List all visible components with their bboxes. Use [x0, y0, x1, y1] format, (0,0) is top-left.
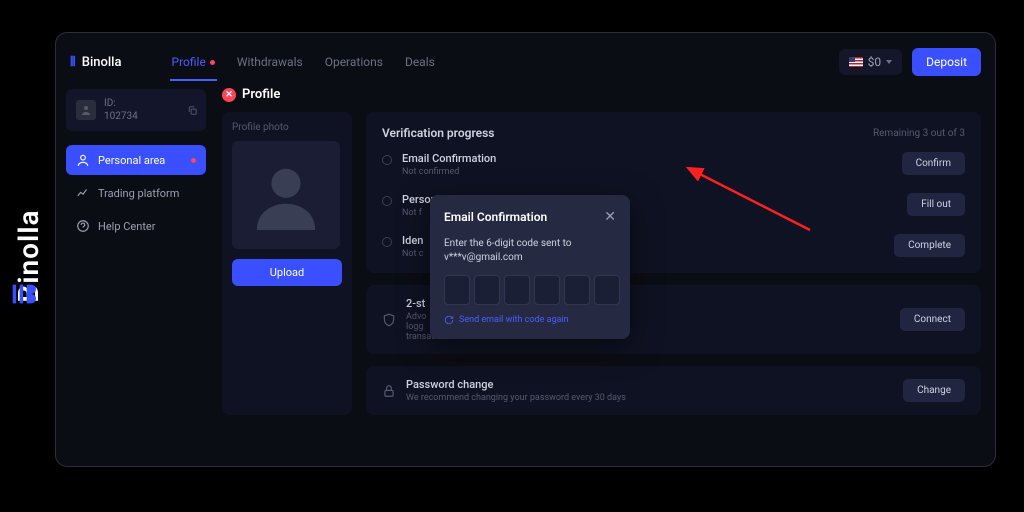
code-digit-1[interactable] — [444, 275, 470, 305]
code-digit-6[interactable] — [594, 275, 620, 305]
resend-link[interactable]: Send email with code again — [444, 315, 616, 325]
sidebar-item-personal[interactable]: Personal area — [66, 145, 206, 175]
brand-text: Binolla — [82, 55, 122, 70]
fillout-button[interactable]: Fill out — [907, 193, 965, 216]
tab-deals[interactable]: Deals — [403, 43, 437, 81]
topbar: ⦀ Binolla Profile Withdrawals Operations… — [56, 33, 995, 81]
chart-icon — [76, 186, 90, 200]
code-digit-3[interactable] — [504, 275, 530, 305]
sidebar-item-label: Help Center — [98, 220, 156, 233]
tab-operations[interactable]: Operations — [323, 43, 385, 81]
balance-selector[interactable]: $0 — [839, 49, 903, 75]
change-button[interactable]: Change — [903, 379, 965, 402]
deposit-button[interactable]: Deposit — [912, 48, 981, 76]
modal-message: Enter the 6-digit code sent tov***v@gmai… — [444, 237, 616, 265]
verification-remaining: Remaining 3 out of 3 — [873, 128, 965, 139]
chevron-down-icon — [886, 60, 892, 64]
id-value: 102734 — [104, 110, 138, 123]
lock-icon — [382, 384, 396, 398]
connect-button[interactable]: Connect — [900, 308, 965, 331]
complete-button[interactable]: Complete — [894, 234, 965, 257]
verification-email: Email ConfirmationNot confirmed Confirm — [382, 152, 965, 177]
status-badge-icon: ✕ — [222, 88, 236, 102]
refresh-icon — [444, 315, 454, 325]
sidebar: ID: 102734 Personal area Trading platfor… — [56, 81, 216, 466]
brand-logo-icon — [8, 280, 36, 308]
copy-icon[interactable] — [187, 101, 198, 120]
code-digit-2[interactable] — [474, 275, 500, 305]
step-circle-icon — [382, 155, 392, 165]
avatar-placeholder — [232, 141, 340, 249]
user-avatar-small — [76, 100, 96, 120]
sidebar-item-label: Personal area — [98, 154, 165, 167]
page-title: ✕ Profile — [222, 87, 981, 102]
profile-photo-card: Profile photo Upload — [222, 112, 352, 415]
sidebar-item-label: Trading platform — [98, 187, 179, 200]
confirm-button[interactable]: Confirm — [902, 152, 965, 175]
help-icon — [76, 219, 90, 233]
tab-profile[interactable]: Profile — [170, 43, 217, 81]
brand-icon: ⦀ — [70, 55, 76, 70]
id-label: ID: — [104, 97, 138, 110]
verification-title: Verification progress — [382, 126, 494, 140]
tab-withdrawals[interactable]: Withdrawals — [235, 43, 305, 81]
step-circle-icon — [382, 196, 392, 206]
close-icon[interactable]: ✕ — [604, 209, 616, 225]
user-icon — [76, 153, 90, 167]
notification-dot — [191, 158, 196, 163]
modal-title: Email Confirmation — [444, 210, 547, 224]
code-digit-5[interactable] — [564, 275, 590, 305]
brand: ⦀ Binolla — [70, 55, 122, 70]
photo-label: Profile photo — [232, 122, 342, 133]
sidebar-item-help[interactable]: Help Center — [66, 211, 206, 241]
shield-icon — [382, 313, 396, 327]
code-inputs — [444, 275, 616, 305]
code-digit-4[interactable] — [534, 275, 560, 305]
step-circle-icon — [382, 237, 392, 247]
tabs: Profile Withdrawals Operations Deals — [170, 43, 437, 81]
balance-amount: $0 — [868, 55, 882, 69]
upload-button[interactable]: Upload — [232, 259, 342, 286]
user-id-card: ID: 102734 — [66, 89, 206, 131]
password-card: Password changeWe recommend changing you… — [366, 366, 981, 415]
email-confirmation-modal: Email Confirmation ✕ Enter the 6-digit c… — [430, 195, 630, 339]
sidebar-item-trading[interactable]: Trading platform — [66, 178, 206, 208]
us-flag-icon — [849, 57, 863, 67]
